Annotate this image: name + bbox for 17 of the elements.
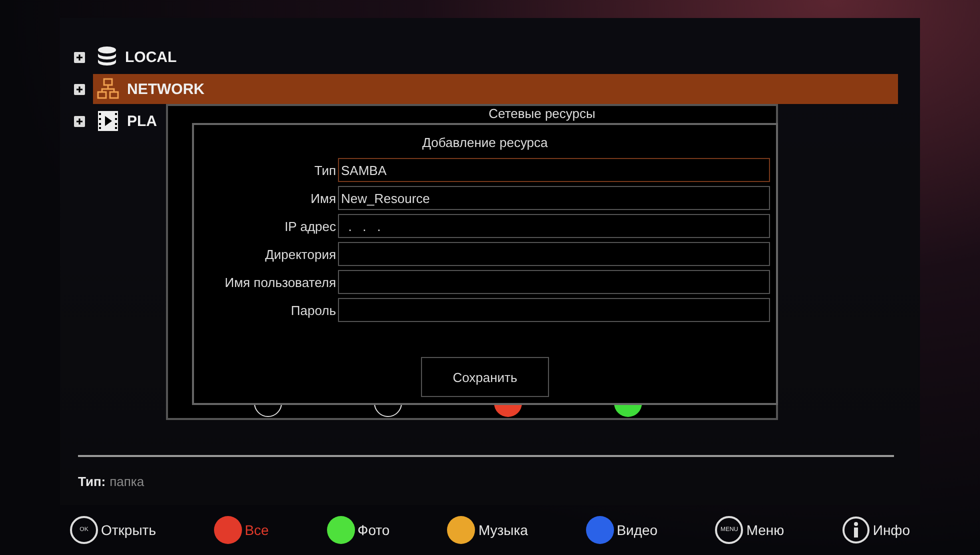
hint-label: Видео xyxy=(616,522,658,538)
hint-label: Все xyxy=(244,522,269,538)
field-label: Имя xyxy=(310,190,336,206)
hint-label: Инфо xyxy=(872,522,910,538)
field-label: Имя пользователя xyxy=(224,274,336,290)
status-value: папка xyxy=(110,474,144,488)
field-label: Пароль xyxy=(290,302,336,318)
hint-label: Меню xyxy=(746,522,784,538)
status-label: Тип: xyxy=(78,474,106,488)
field-label: Тип xyxy=(313,162,336,178)
field-label: IP адрес xyxy=(284,218,336,234)
dialog-title: Сетевые ресурсы xyxy=(488,106,596,121)
hint-label: Фото xyxy=(358,522,390,538)
field-label: Директория xyxy=(264,246,336,262)
hint-label: Музыка xyxy=(478,522,528,538)
dialog-title: Добавление ресурса xyxy=(421,135,549,150)
hint-label: Открыть xyxy=(101,522,156,538)
